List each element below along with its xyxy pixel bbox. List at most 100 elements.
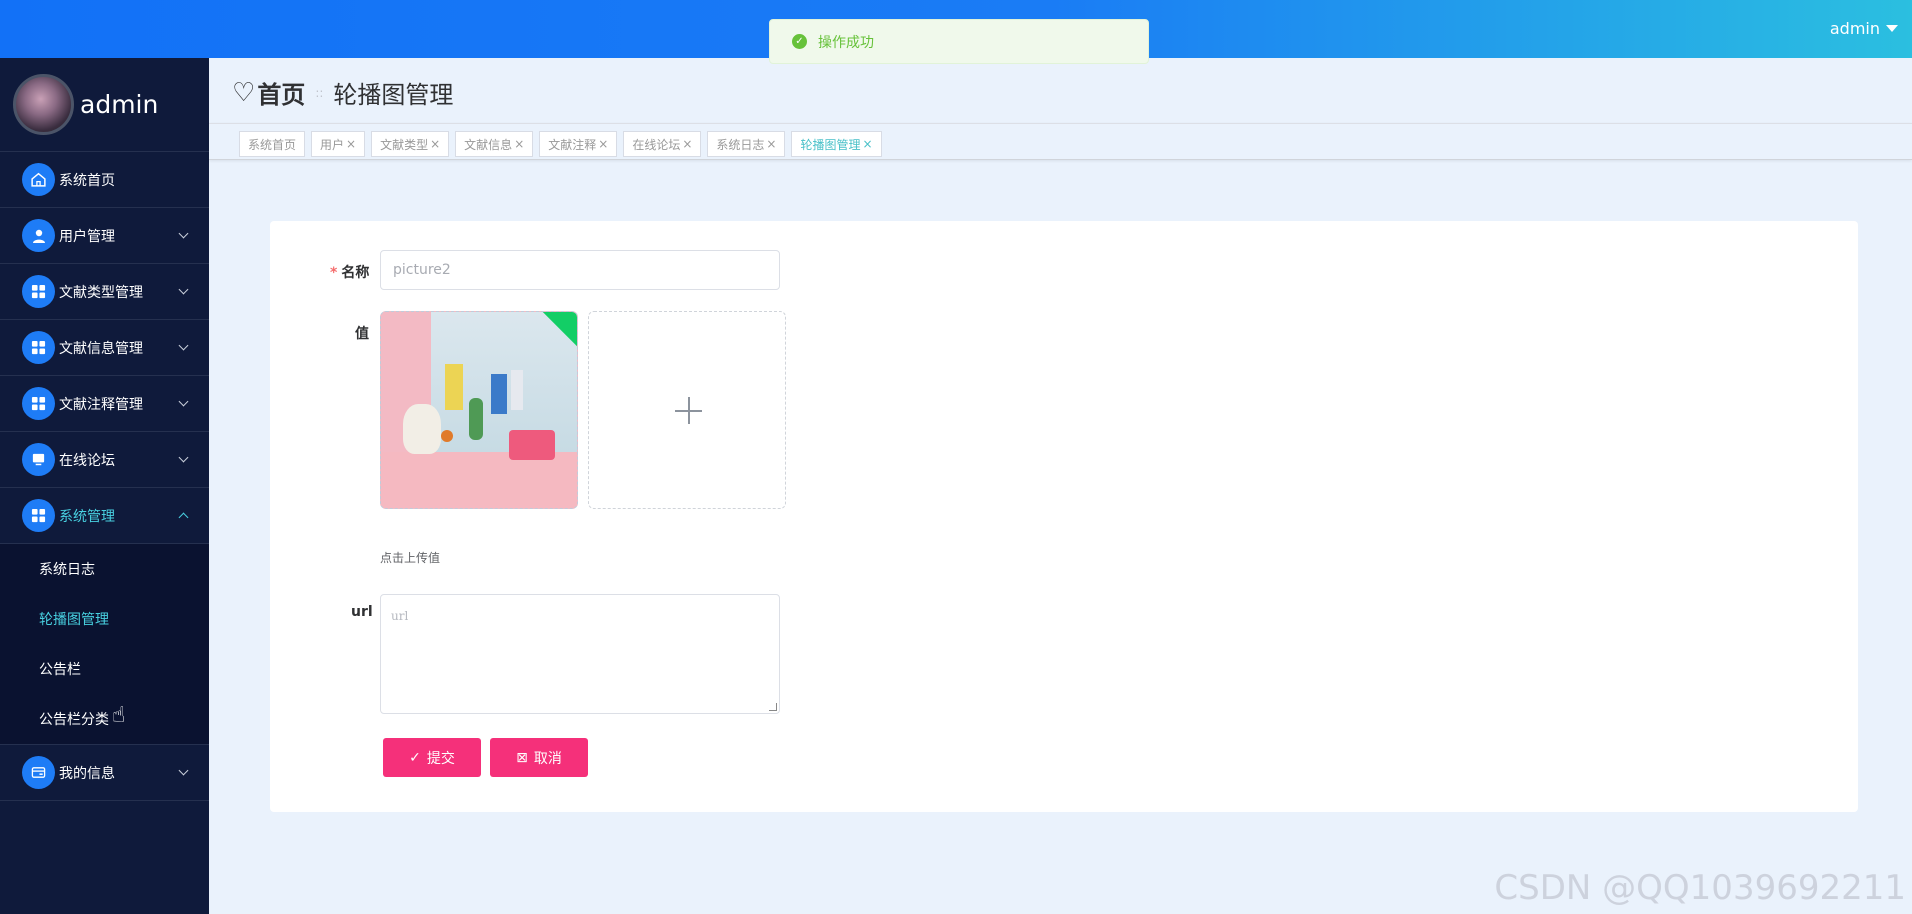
profile: admin <box>0 58 209 152</box>
chevron-down-icon <box>178 765 189 776</box>
image-figure <box>469 398 483 440</box>
toast-message: 操作成功 <box>818 34 874 51</box>
hand-cursor-icon: ☝ <box>112 703 126 728</box>
submenu-item-notice-category[interactable]: 公告栏分类 <box>0 694 209 744</box>
grid-icon <box>22 499 55 532</box>
tag-label: 文献类型 <box>380 137 429 152</box>
submenu-item-notice[interactable]: 公告栏 <box>0 644 209 694</box>
close-icon[interactable]: × <box>514 137 524 151</box>
close-icon[interactable]: × <box>682 137 692 151</box>
breadcrumb-home[interactable]: 首页 <box>257 75 305 110</box>
tag-label: 系统首页 <box>248 137 297 152</box>
tag-label: 用户 <box>320 137 345 152</box>
tag-doc-info[interactable]: 文献信息 × <box>455 131 534 157</box>
chevron-down-icon <box>178 396 189 407</box>
upload-tip: 点击上传值 <box>380 551 441 565</box>
sidebar-item-system[interactable]: 系统管理 <box>0 488 209 544</box>
grid-icon <box>22 387 55 420</box>
sidebar-item-label: 文献注释管理 <box>59 396 143 413</box>
sidebar-item-label: 文献类型管理 <box>59 284 143 301</box>
close-icon[interactable]: × <box>598 137 608 151</box>
name-input[interactable]: picture2 <box>380 250 780 290</box>
tag-label: 文献注释 <box>548 137 597 152</box>
profile-name: admin <box>80 90 159 119</box>
sidebar-item-label: 系统管理 <box>59 508 115 525</box>
required-mark: * <box>330 265 338 281</box>
monitor-icon <box>22 443 55 476</box>
avatar <box>13 74 74 135</box>
tag-forum[interactable]: 在线论坛 × <box>623 131 702 157</box>
breadcrumb: ♡ 首页 :: 轮播图管理 <box>232 75 453 110</box>
sidebar-item-label: 文献信息管理 <box>59 340 143 357</box>
tag-home[interactable]: 系统首页 <box>239 131 306 157</box>
submenu-item-system-log[interactable]: 系统日志 <box>0 544 209 594</box>
sidebar-item-doc-info[interactable]: 文献信息管理 <box>0 320 209 376</box>
image-plush-toy <box>403 404 441 454</box>
heart-icon: ♡ <box>232 77 256 108</box>
watermark: CSDN @QQ1039692211 <box>1494 868 1906 908</box>
close-icon[interactable]: × <box>346 137 356 151</box>
tag-doc-notes[interactable]: 文献注释 × <box>539 131 618 157</box>
image-ball <box>441 430 453 442</box>
sidebar-item-home[interactable]: 系统首页 <box>0 152 209 208</box>
close-square-icon: ⊠ <box>516 749 528 766</box>
url-placeholder: url <box>391 609 409 623</box>
tag-users[interactable]: 用户 × <box>311 131 366 157</box>
value-label: 值 <box>355 326 369 342</box>
upload-add-button[interactable] <box>588 311 786 509</box>
sidebar-item-my-info[interactable]: 我的信息 <box>0 745 209 801</box>
chevron-down-icon <box>178 284 189 295</box>
tag-label: 文献信息 <box>464 137 513 152</box>
url-label: url <box>351 604 373 620</box>
breadcrumb-current: 轮播图管理 <box>333 81 454 109</box>
chevron-down-icon <box>178 452 189 463</box>
uploaded-image-thumbnail[interactable] <box>380 311 578 509</box>
tag-label: 系统日志 <box>716 137 765 152</box>
chevron-down-icon <box>178 340 189 351</box>
sidebar-item-forum[interactable]: 在线论坛 <box>0 432 209 488</box>
plus-icon-vertical <box>688 397 690 424</box>
image-pink-box <box>509 430 555 460</box>
resize-handle-icon[interactable] <box>769 703 777 711</box>
tag-label: 轮播图管理 <box>800 137 861 152</box>
sidebar: admin 系统首页 用户管理 文献类型管理 文献信息管理 文献注释管理 在线论… <box>0 58 209 914</box>
close-icon[interactable]: × <box>863 137 873 151</box>
name-input-value: picture2 <box>393 262 451 278</box>
check-circle-icon: ✓ <box>792 34 807 49</box>
system-submenu: 系统日志 轮播图管理 公告栏 公告栏分类 <box>0 544 209 745</box>
url-textarea[interactable]: url <box>380 594 780 714</box>
user-dropdown[interactable]: admin <box>1830 19 1898 38</box>
tag-carousel[interactable]: 轮播图管理 × <box>791 131 882 157</box>
grid-icon <box>22 275 55 308</box>
grid-icon <box>22 331 55 364</box>
sidebar-item-label: 用户管理 <box>59 228 115 245</box>
tags-bar: 系统首页 用户 × 文献类型 × 文献信息 × 文献注释 × 在线论坛 × 系统日志 × 轮… <box>209 123 1912 160</box>
user-name: admin <box>1829 19 1880 38</box>
tag-system-log[interactable]: 系统日志 × <box>707 131 786 157</box>
sidebar-item-label: 我的信息 <box>59 765 115 782</box>
submenu-item-carousel[interactable]: 轮播图管理 <box>0 594 209 644</box>
submit-button[interactable]: ✓ 提交 <box>383 738 481 777</box>
sidebar-item-users[interactable]: 用户管理 <box>0 208 209 264</box>
card-icon <box>22 756 55 789</box>
home-icon <box>22 163 55 196</box>
user-icon <box>22 219 55 252</box>
image-box <box>491 374 507 414</box>
check-icon: ✓ <box>409 749 421 766</box>
tag-doc-types[interactable]: 文献类型 × <box>371 131 450 157</box>
image-card <box>511 370 523 410</box>
close-icon[interactable]: × <box>430 137 440 151</box>
cancel-button[interactable]: ⊠ 取消 <box>490 738 588 777</box>
success-toast: ✓ 操作成功 <box>769 19 1149 64</box>
form-card: * 名称 picture2 值 点击上传值 url url ✓ 提交 ⊠ 取消 <box>270 221 1858 812</box>
sidebar-item-doc-types[interactable]: 文献类型管理 <box>0 264 209 320</box>
close-icon[interactable]: × <box>766 137 776 151</box>
image-package <box>445 364 463 410</box>
sidebar-item-doc-notes[interactable]: 文献注释管理 <box>0 376 209 432</box>
submit-label: 提交 <box>426 750 455 767</box>
caret-down-icon <box>1886 25 1898 32</box>
sidebar-item-label: 在线论坛 <box>59 452 115 469</box>
sidebar-item-label: 系统首页 <box>59 172 115 189</box>
image-floor <box>381 452 577 508</box>
chevron-up-icon <box>178 512 189 523</box>
